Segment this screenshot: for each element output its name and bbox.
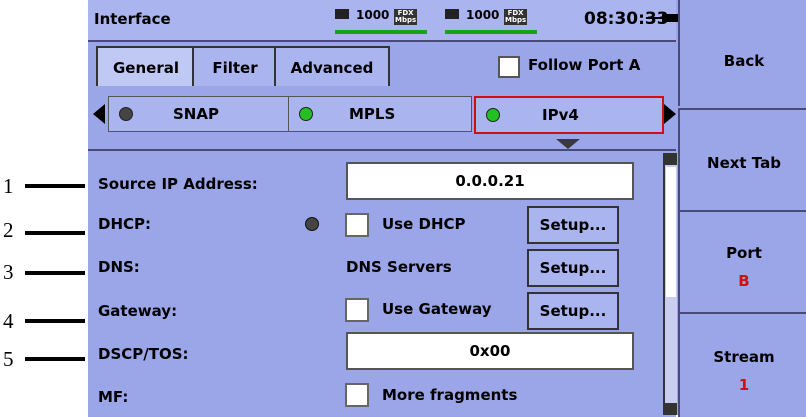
use-dhcp-label: Use DHCP bbox=[382, 215, 466, 233]
clock: 08:30:33 bbox=[584, 9, 669, 29]
protocol-ipv4-label: IPv4 bbox=[542, 106, 579, 124]
port-a-link-bar bbox=[335, 30, 427, 34]
source-ip-label: Source IP Address: bbox=[98, 175, 258, 193]
dns-label: DNS: bbox=[98, 258, 140, 276]
protocol-row: SNAP MPLS IPv4 bbox=[88, 96, 676, 134]
more-fragments-label: More fragments bbox=[382, 386, 518, 404]
use-gateway-checkbox[interactable] bbox=[345, 298, 369, 322]
vertical-scrollbar[interactable] bbox=[663, 153, 677, 415]
port-a-link-icon bbox=[335, 9, 349, 19]
use-gateway-label: Use Gateway bbox=[382, 300, 492, 318]
protocol-snap[interactable]: SNAP bbox=[108, 96, 290, 132]
callout-line-3 bbox=[25, 271, 85, 275]
stream-button[interactable]: Stream 1 bbox=[678, 312, 806, 417]
callout-line-2 bbox=[25, 231, 85, 235]
follow-port-a-checkbox[interactable] bbox=[498, 56, 520, 78]
settings-panel: Source IP Address: 0.0.0.21 DHCP: Use DH… bbox=[88, 149, 677, 417]
follow-port-a-label: Follow Port A bbox=[528, 56, 641, 74]
port-b-link-bar bbox=[445, 30, 537, 34]
mf-label: MF: bbox=[98, 388, 129, 406]
callout-number-1: 1 bbox=[3, 174, 14, 198]
callout-line-4 bbox=[25, 319, 85, 323]
port-a-speed: 1000 bbox=[356, 8, 390, 22]
source-ip-field[interactable]: 0.0.0.21 bbox=[346, 162, 634, 200]
callout-number-5: 5 bbox=[3, 347, 14, 371]
callout-line-1 bbox=[25, 184, 85, 188]
port-button-label: Port bbox=[726, 244, 762, 262]
dhcp-label: DHCP: bbox=[98, 215, 152, 233]
stream-button-label: Stream bbox=[713, 348, 775, 366]
callout-number-4: 4 bbox=[3, 309, 14, 333]
tab-advanced[interactable]: Advanced bbox=[274, 46, 390, 86]
port-button[interactable]: Port B bbox=[678, 210, 806, 312]
tab-filter[interactable]: Filter bbox=[192, 46, 278, 86]
stream-button-value: 1 bbox=[738, 376, 750, 394]
protocol-mpls[interactable]: MPLS bbox=[288, 96, 472, 132]
use-dhcp-checkbox[interactable] bbox=[345, 213, 369, 237]
back-button[interactable]: Back bbox=[678, 0, 806, 106]
mpls-status-led-icon bbox=[299, 107, 313, 121]
tab-bar: General Filter Advanced Follow Port A bbox=[88, 42, 676, 88]
next-tab-button[interactable]: Next Tab bbox=[678, 108, 806, 210]
dscp-tos-label: DSCP/TOS: bbox=[98, 345, 189, 363]
dns-servers-label: DNS Servers bbox=[346, 258, 452, 276]
page-title: Interface bbox=[94, 10, 171, 28]
port-b-duplex: FDX Mbps bbox=[504, 9, 528, 25]
plug-icon bbox=[646, 14, 678, 22]
dns-setup-button[interactable]: Setup... bbox=[527, 249, 619, 287]
protocol-snap-label: SNAP bbox=[173, 105, 219, 123]
next-tab-button-label: Next Tab bbox=[707, 154, 781, 172]
dhcp-setup-button[interactable]: Setup... bbox=[527, 206, 619, 244]
port-button-value: B bbox=[738, 272, 750, 290]
scroll-right-arrow-icon[interactable] bbox=[664, 104, 676, 124]
port-b-link-icon bbox=[445, 9, 459, 19]
port-a-duplex: FDX Mbps bbox=[394, 9, 418, 25]
callout-number-3: 3 bbox=[3, 260, 14, 284]
device-screen: Interface 1000 FDX Mbps 1000 FDX Mbps 08:3… bbox=[88, 0, 806, 417]
selected-indicator-icon bbox=[556, 139, 580, 149]
tab-general[interactable]: General bbox=[96, 46, 196, 86]
dhcp-status-led-icon bbox=[305, 217, 319, 231]
back-button-label: Back bbox=[723, 52, 765, 70]
gateway-setup-button[interactable]: Setup... bbox=[527, 292, 619, 330]
scroll-up-icon[interactable] bbox=[665, 153, 677, 165]
gateway-label: Gateway: bbox=[98, 302, 178, 320]
callout-number-2: 2 bbox=[3, 218, 14, 242]
scroll-thumb[interactable] bbox=[666, 167, 676, 297]
scroll-down-icon[interactable] bbox=[665, 403, 677, 415]
ipv4-status-led-icon bbox=[486, 108, 500, 122]
more-fragments-checkbox[interactable] bbox=[345, 383, 369, 407]
protocol-mpls-label: MPLS bbox=[349, 105, 396, 123]
dscp-tos-field[interactable]: 0x00 bbox=[346, 332, 634, 370]
port-b-speed: 1000 bbox=[466, 8, 500, 22]
callout-line-5 bbox=[25, 357, 85, 361]
title-bar: Interface 1000 FDX Mbps 1000 FDX Mbps 08:3… bbox=[88, 0, 678, 42]
snap-status-led-icon bbox=[119, 107, 133, 121]
protocol-ipv4[interactable]: IPv4 bbox=[474, 96, 664, 134]
